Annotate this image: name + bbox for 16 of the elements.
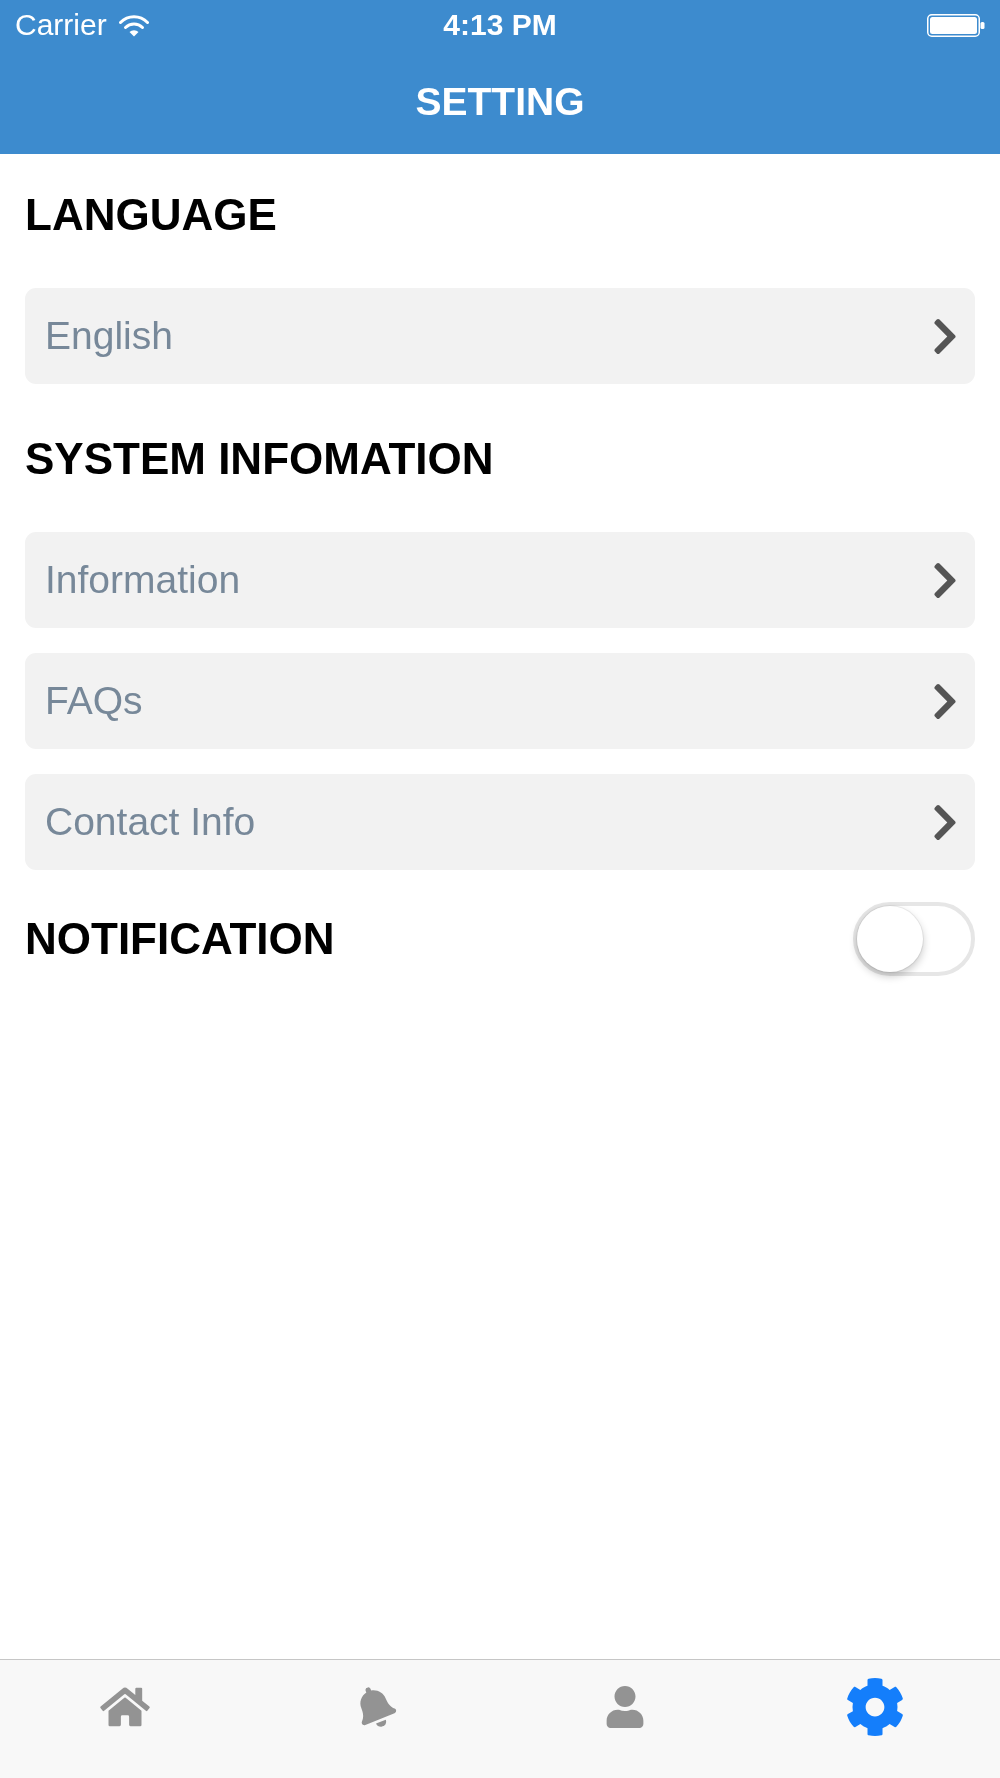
gear-icon bbox=[845, 1677, 905, 1737]
carrier-name: Carrier bbox=[15, 8, 107, 42]
home-icon bbox=[99, 1685, 151, 1729]
settings-row[interactable]: English bbox=[25, 288, 975, 384]
section-heading: LANGUAGE bbox=[25, 190, 278, 240]
screen-title: SETTING bbox=[415, 79, 585, 125]
settings-row[interactable]: Contact Info bbox=[25, 774, 975, 870]
settings-row[interactable]: Information bbox=[25, 532, 975, 628]
wifi-icon bbox=[118, 13, 149, 37]
battery-icon bbox=[927, 13, 985, 37]
section-heading: SYSTEM INFOMATION bbox=[25, 434, 495, 484]
notification-label: NOTIFICATION bbox=[25, 914, 335, 964]
person-icon bbox=[605, 1686, 645, 1728]
settings-row[interactable]: FAQs bbox=[25, 653, 975, 749]
status-time: 4:13 PM bbox=[443, 8, 557, 42]
notification-toggle[interactable] bbox=[853, 902, 975, 976]
